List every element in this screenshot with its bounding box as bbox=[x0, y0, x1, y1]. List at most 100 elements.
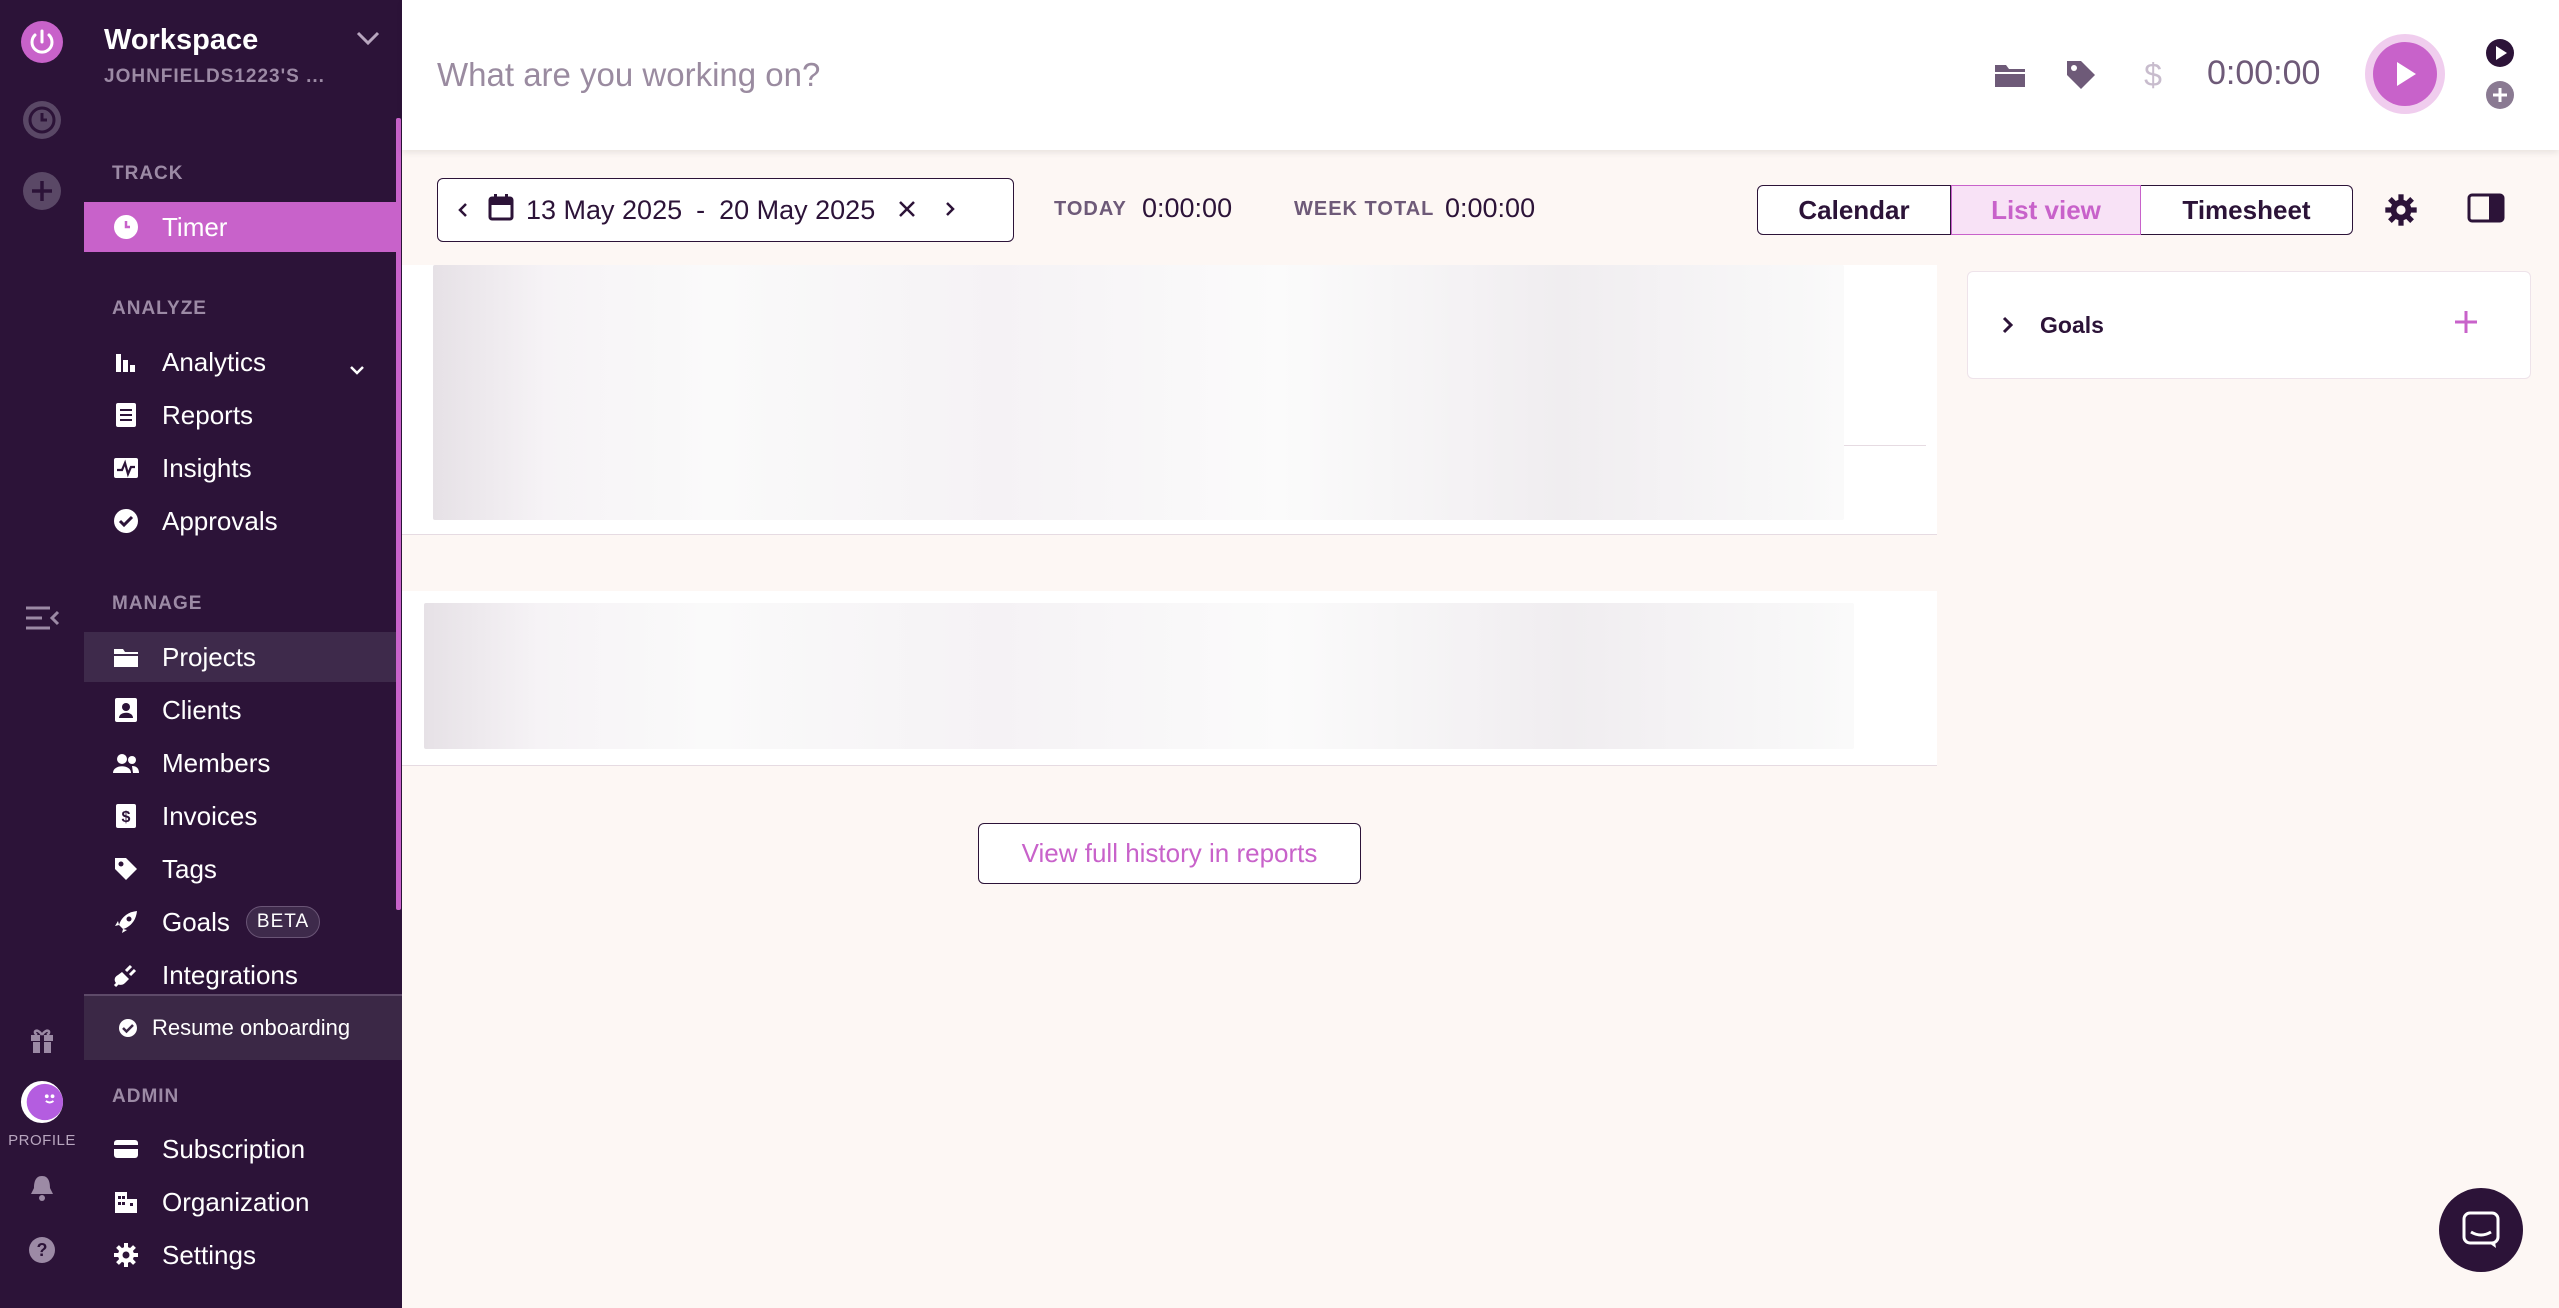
start-timer-button[interactable] bbox=[2365, 34, 2445, 114]
bell-icon[interactable] bbox=[20, 1166, 64, 1210]
tag-icon[interactable] bbox=[2061, 55, 2101, 95]
rocket-icon bbox=[112, 908, 140, 936]
sidebar-item-insights[interactable]: Insights bbox=[84, 443, 398, 493]
sidebar-item-label: Insights bbox=[162, 452, 252, 483]
plug-icon bbox=[112, 961, 140, 989]
sidebar-item-analytics[interactable]: Analytics bbox=[84, 337, 398, 387]
entry-group-loading bbox=[402, 265, 1937, 535]
mode-manual-icon[interactable] bbox=[2485, 80, 2515, 115]
svg-text:$: $ bbox=[122, 809, 131, 826]
onboarding-label: Resume onboarding bbox=[152, 1015, 351, 1040]
section-admin: ADMIN bbox=[112, 1086, 180, 1107]
dollar-icon[interactable]: $ bbox=[2133, 55, 2173, 95]
svg-text:?: ? bbox=[37, 1240, 48, 1260]
sidebar-item-invoices[interactable]: $ Invoices bbox=[84, 791, 398, 841]
sidebar-item-timer[interactable]: Timer bbox=[84, 202, 398, 252]
timer-bar: $ 0:00:00 bbox=[402, 0, 2559, 150]
power-icon[interactable] bbox=[20, 20, 64, 64]
workspace-owner: JOHNFIELDS1223'S ... bbox=[104, 66, 325, 87]
view-full-history-button[interactable]: View full history in reports bbox=[978, 823, 1361, 884]
sidebar-item-label: Approvals bbox=[162, 505, 278, 536]
goals-title[interactable]: Goals bbox=[2040, 312, 2104, 339]
sidebar-scrollbar[interactable] bbox=[396, 118, 401, 910]
chevron-right-icon[interactable] bbox=[2000, 314, 2016, 341]
check-circle-icon bbox=[112, 507, 140, 535]
sidebar-item-label: Settings bbox=[162, 1239, 256, 1270]
chevron-down-icon[interactable] bbox=[354, 28, 382, 53]
sidebar-item-label: Integrations bbox=[162, 959, 298, 990]
section-manage: MANAGE bbox=[112, 593, 203, 614]
app-rail: PROFILE ? bbox=[0, 0, 84, 1308]
invoice-icon: $ bbox=[112, 802, 140, 830]
gear-icon[interactable] bbox=[2384, 193, 2418, 232]
close-icon[interactable] bbox=[897, 195, 917, 226]
sidebar-item-label: Subscription bbox=[162, 1133, 306, 1164]
tab-list-view[interactable]: List view bbox=[1951, 185, 2141, 235]
gear-icon bbox=[112, 1241, 140, 1269]
members-icon bbox=[112, 749, 140, 777]
task-description-input[interactable] bbox=[437, 50, 1337, 100]
sidebar-item-tags[interactable]: Tags bbox=[84, 844, 398, 894]
clock-icon[interactable] bbox=[20, 98, 64, 142]
sidebar-item-projects[interactable]: Projects bbox=[84, 632, 398, 682]
date-separator: - bbox=[696, 194, 706, 225]
section-track: TRACK bbox=[112, 163, 184, 184]
sidebar-item-integrations[interactable]: Integrations bbox=[84, 950, 398, 1000]
sidebar-item-settings[interactable]: Settings bbox=[84, 1230, 398, 1280]
date-range-picker[interactable]: 13 May 2025 - 20 May 2025 bbox=[437, 178, 1014, 242]
chat-icon[interactable] bbox=[2439, 1188, 2523, 1272]
plus-circle-icon[interactable] bbox=[20, 169, 64, 213]
sidebar-item-members[interactable]: Members bbox=[84, 738, 398, 788]
report-icon bbox=[112, 401, 140, 429]
loading-skeleton bbox=[424, 603, 1854, 749]
date-start: 13 May 2025 bbox=[526, 194, 683, 225]
calendar-icon bbox=[488, 193, 514, 228]
date-end: 20 May 2025 bbox=[719, 194, 876, 225]
mode-timer-icon[interactable] bbox=[2485, 38, 2515, 73]
building-icon bbox=[112, 1188, 140, 1216]
sidebar-item-goals[interactable]: Goals BETA bbox=[84, 897, 398, 947]
sidebar-item-label: Reports bbox=[162, 399, 254, 430]
insights-icon bbox=[112, 454, 140, 482]
sidebar-item-reports[interactable]: Reports bbox=[84, 390, 398, 440]
timer-display: 0:00:00 bbox=[2207, 54, 2321, 92]
sidebar-item-label: Projects bbox=[162, 641, 256, 672]
clock-icon bbox=[112, 213, 140, 241]
chevron-down-icon bbox=[348, 353, 366, 384]
bar-chart-icon bbox=[112, 348, 140, 376]
tab-calendar[interactable]: Calendar bbox=[1757, 185, 1951, 235]
profile-label: PROFILE bbox=[8, 1132, 76, 1149]
beta-badge: BETA bbox=[245, 906, 321, 938]
sidebar: Workspace JOHNFIELDS1223'S ... TRACK Tim… bbox=[84, 0, 402, 1308]
goals-panel: Goals bbox=[1967, 271, 2531, 379]
workspace-name[interactable]: Workspace bbox=[104, 24, 258, 57]
sidebar-item-label: Timer bbox=[162, 211, 228, 242]
sidebar-item-label: Clients bbox=[162, 694, 242, 725]
check-circle-icon bbox=[118, 1018, 138, 1038]
folder-icon bbox=[112, 643, 140, 671]
divider bbox=[1844, 445, 1926, 446]
gift-icon[interactable] bbox=[20, 1018, 64, 1062]
sidebar-item-clients[interactable]: Clients bbox=[84, 685, 398, 735]
card-icon bbox=[112, 1135, 140, 1163]
sidebar-item-label: Tags bbox=[162, 853, 217, 884]
panel-icon[interactable] bbox=[2467, 193, 2505, 228]
sidebar-item-label: Invoices bbox=[162, 800, 258, 831]
view-switcher: Calendar List view Timesheet bbox=[1757, 185, 2353, 235]
tab-timesheet[interactable]: Timesheet bbox=[2141, 185, 2353, 235]
client-icon bbox=[112, 696, 140, 724]
sidebar-item-organization[interactable]: Organization bbox=[84, 1177, 398, 1227]
week-total: 0:00:00 bbox=[1445, 193, 1536, 223]
avatar[interactable] bbox=[20, 1080, 64, 1124]
sidebar-item-subscription[interactable]: Subscription bbox=[84, 1124, 398, 1174]
help-icon[interactable]: ? bbox=[20, 1228, 64, 1272]
folder-icon[interactable] bbox=[1990, 55, 2030, 95]
chevron-left-icon[interactable] bbox=[438, 200, 488, 220]
add-goal-icon[interactable] bbox=[2452, 308, 2480, 341]
loading-skeleton bbox=[433, 265, 1844, 520]
collapse-icon[interactable] bbox=[20, 596, 64, 640]
chevron-right-icon[interactable] bbox=[943, 195, 957, 226]
sidebar-item-approvals[interactable]: Approvals bbox=[84, 496, 398, 546]
resume-onboarding-button[interactable]: Resume onboarding bbox=[84, 994, 402, 1060]
tag-icon bbox=[112, 855, 140, 883]
